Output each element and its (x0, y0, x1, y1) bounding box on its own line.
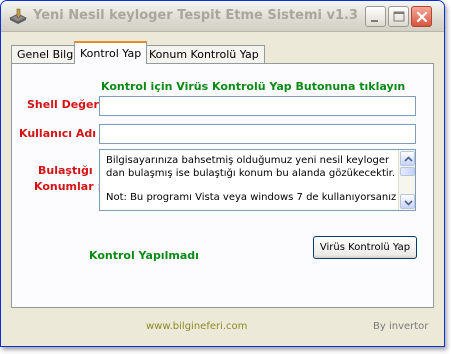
close-button[interactable] (411, 6, 432, 27)
virus-check-button[interactable]: Virüs Kontrolü Yap (313, 236, 417, 259)
shell-value-field[interactable] (99, 96, 416, 116)
app-window: Yeni Nesil keyloger Tespit Etme Sistemi … (0, 0, 445, 347)
scroll-up-button[interactable] (400, 151, 415, 166)
infected-text-line: Bilgisayarınıza bahsetmiş olduğumuz yeni… (106, 155, 390, 166)
website-link[interactable]: www.bilgineferi.com (146, 321, 247, 332)
username-field[interactable] (99, 124, 416, 144)
infected-text-line: Not: Bu programı Vista veya windows 7 de… (106, 192, 397, 203)
author-credit: By invertor (373, 321, 429, 332)
minimize-button[interactable] (365, 6, 386, 27)
maximize-icon (393, 11, 405, 22)
chevron-down-icon (404, 200, 413, 206)
footer: www.bilgineferi.com By invertor (1, 309, 444, 346)
infected-label-line2: Konumlar : (34, 180, 102, 193)
instruction-text: Kontrol için Virüs Kontrolü Yap Butonuna… (101, 80, 406, 93)
infected-locations-text: Bilgisayarınıza bahsetmiş olduğumuz yeni… (106, 155, 397, 205)
infected-text-line: dan bulaşmış ise bulaştığı konum bu alan… (106, 167, 396, 179)
close-icon (416, 11, 428, 23)
tab-konum-kontrolu-yap[interactable]: Konum Kontrolü Yap (143, 45, 265, 63)
infected-label-line1: Bulaştığı (38, 164, 93, 177)
app-icon[interactable] (9, 8, 27, 24)
username-label: Kullanıcı Adı : (19, 127, 105, 140)
chevron-up-icon (404, 156, 413, 162)
window-title: Yeni Nesil keyloger Tespit Etme Sistemi … (33, 8, 358, 23)
infected-locations-textbox[interactable]: Bilgisayarınıza bahsetmiş olduğumuz yeni… (99, 149, 416, 211)
tab-kontrol-yap[interactable]: Kontrol Yap (74, 41, 148, 64)
title-bar[interactable]: Yeni Nesil keyloger Tespit Etme Sistemi … (1, 1, 444, 32)
maximize-button[interactable] (388, 6, 409, 27)
scroll-down-button[interactable] (400, 194, 415, 209)
status-text: Kontrol Yapılmadı (89, 249, 199, 262)
tab-genel-bilgi[interactable]: Genel Bilgi (11, 45, 83, 63)
scroll-thumb[interactable] (400, 167, 415, 176)
vertical-scrollbar[interactable] (398, 150, 415, 210)
minimize-icon (371, 20, 378, 22)
